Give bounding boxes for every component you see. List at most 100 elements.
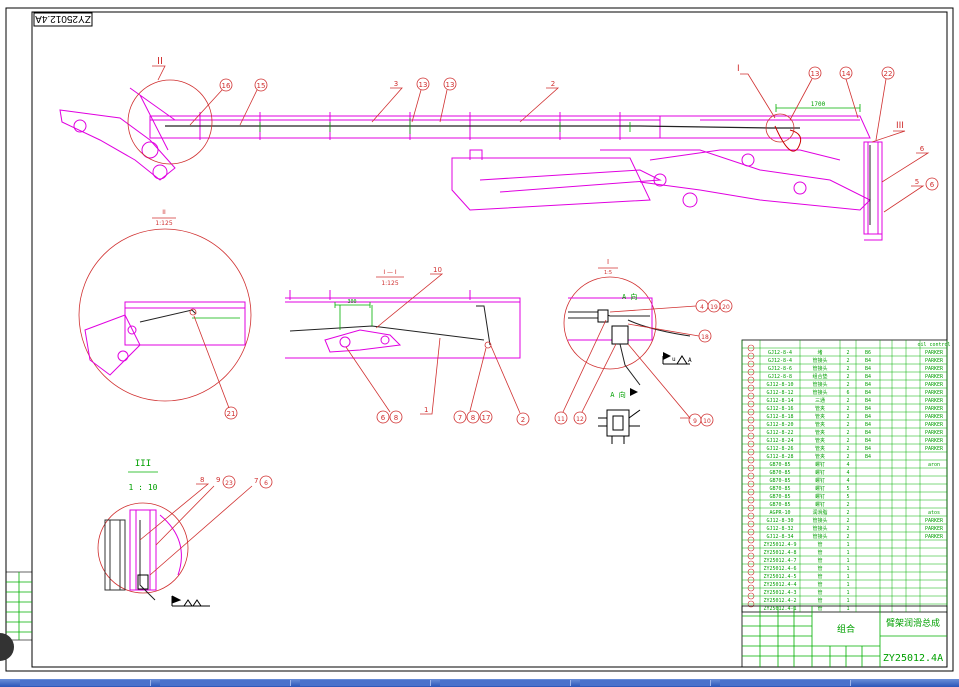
bom-name: 管	[817, 541, 822, 548]
svg-text:2: 2	[551, 80, 555, 88]
bom-qty: 4	[846, 462, 849, 468]
bom-name: 管夹	[815, 453, 825, 460]
svg-text:A 向: A 向	[622, 292, 637, 301]
callout-8b: 8	[471, 414, 475, 422]
bom-spec: B4	[865, 382, 871, 388]
svg-text:II: II	[162, 209, 166, 216]
svg-text:1:5: 1:5	[604, 270, 612, 276]
drawing-name: 臂架润滑总成	[886, 617, 940, 629]
bom-name: 管接头	[812, 357, 827, 364]
callout-4: 4	[700, 304, 704, 311]
svg-text:I: I	[607, 258, 609, 266]
bom-material: PARKER	[925, 374, 944, 380]
bom-qty: 2	[846, 446, 849, 452]
svg-text:A 向: A 向	[610, 390, 625, 399]
svg-text:1:125: 1:125	[381, 280, 398, 287]
bom-qty: 2	[846, 406, 849, 412]
bom-qty: 2	[846, 422, 849, 428]
bom-code: GJ12-8-6	[768, 366, 792, 372]
callout-20: 20	[722, 304, 730, 311]
bom-material: PARKER	[925, 414, 944, 420]
taskbar-button[interactable]	[20, 680, 151, 686]
bom-name: 管	[817, 557, 822, 564]
svg-text:A: A	[688, 357, 692, 364]
bom-qty: 2	[846, 534, 849, 540]
bom-qty: 1	[846, 566, 849, 572]
bom-name: 管夹	[815, 429, 825, 436]
callout-8c: 8	[200, 476, 204, 484]
bom-spec: B4	[865, 438, 871, 444]
inverted-drawing-number: ZY25012.4A	[33, 12, 93, 27]
svg-text:14: 14	[842, 70, 851, 78]
callout-10b: 10	[703, 418, 711, 425]
bom-code: GJ12-8-20	[766, 422, 793, 428]
bom-spec: B4	[865, 390, 871, 396]
detail-III-tag: III	[896, 121, 904, 131]
bom-code: GJ12-8-14	[766, 398, 793, 404]
bom-spec: B6	[865, 350, 871, 356]
taskbar-button[interactable]	[160, 680, 291, 686]
bom-material: PARKER	[925, 430, 944, 436]
bom-spec: B4	[865, 406, 871, 412]
bom-name: 管	[817, 573, 822, 580]
taskbar-button[interactable]	[440, 680, 571, 686]
detail-II-tag: II	[157, 56, 163, 67]
bom-code: ZY25012.4-7	[763, 558, 796, 564]
bom-spec: B4	[865, 414, 871, 420]
bom-code: GB70-85	[769, 494, 790, 500]
bom-code: GJ12-8-10	[766, 382, 793, 388]
bom-name: 管接头	[812, 389, 827, 396]
bom-qty: 2	[846, 454, 849, 460]
svg-text:22: 22	[884, 70, 893, 78]
bom-material: PARKER	[925, 526, 944, 532]
dimension-300: 300	[347, 299, 356, 305]
bom-qty: 4	[846, 478, 849, 484]
bom-code: ZY25012.4-5	[763, 574, 796, 580]
bom-code: GJ12-8-4	[768, 358, 792, 364]
callout-21: 21	[227, 410, 236, 418]
bom-code: GB70-85	[769, 462, 790, 468]
callout-1: 1	[424, 406, 428, 414]
bom-header-label: oil control	[917, 342, 950, 348]
svg-text:13: 13	[811, 70, 820, 78]
bom-material: PARKER	[925, 438, 944, 444]
bom-code: GJ12-8-30	[766, 518, 793, 524]
bom-code: GJ12-8-24	[766, 438, 793, 444]
bom-qty: 5	[846, 494, 849, 500]
taskbar-button[interactable]	[300, 680, 431, 686]
callout-9: 9	[693, 418, 697, 425]
svg-text:15: 15	[257, 82, 266, 90]
bom-code: GJ12-8-34	[766, 534, 793, 540]
callout-11: 11	[557, 416, 565, 423]
svg-text:ZY25012.4A: ZY25012.4A	[35, 13, 91, 24]
drawing-sheet: ZY25012.4A 1700 II I III 16 15 3 13 13 2…	[0, 0, 959, 687]
bom-qty: 6	[846, 390, 849, 396]
bom-name: 组合垫	[812, 373, 827, 380]
bom-spec: B4	[865, 398, 871, 404]
bom-qty: 4	[846, 470, 849, 476]
bom-qty: 2	[846, 414, 849, 420]
bom-qty: 2	[846, 350, 849, 356]
bom-code: GJ12-8-26	[766, 446, 793, 452]
bom-qty: 2	[846, 374, 849, 380]
bom-name: 螺钉	[815, 461, 825, 468]
bom-name: 管	[817, 565, 822, 572]
detail-I-tag: I	[737, 64, 740, 74]
bom-qty: 2	[846, 358, 849, 364]
svg-text:III: III	[135, 459, 151, 469]
callout-18: 18	[701, 334, 709, 341]
bom-name: 螺钉	[815, 485, 825, 492]
callout-7: 7	[458, 414, 462, 422]
bom-qty: 1	[846, 590, 849, 596]
svg-text:1 : 10: 1 : 10	[129, 483, 158, 492]
bom-name: 管夹	[815, 421, 825, 428]
taskbar-button[interactable]	[580, 680, 711, 686]
taskbar-button[interactable]	[720, 680, 851, 686]
bom-spec: B4	[865, 454, 871, 460]
bom-code: GJ12-8-4	[768, 350, 792, 356]
bom-spec: B4	[865, 430, 871, 436]
bom-code: GJ12-8-12	[766, 390, 793, 396]
svg-text:I — I: I — I	[383, 269, 397, 276]
callout-12: 12	[576, 416, 584, 423]
bom-name: 螺钉	[815, 501, 825, 508]
